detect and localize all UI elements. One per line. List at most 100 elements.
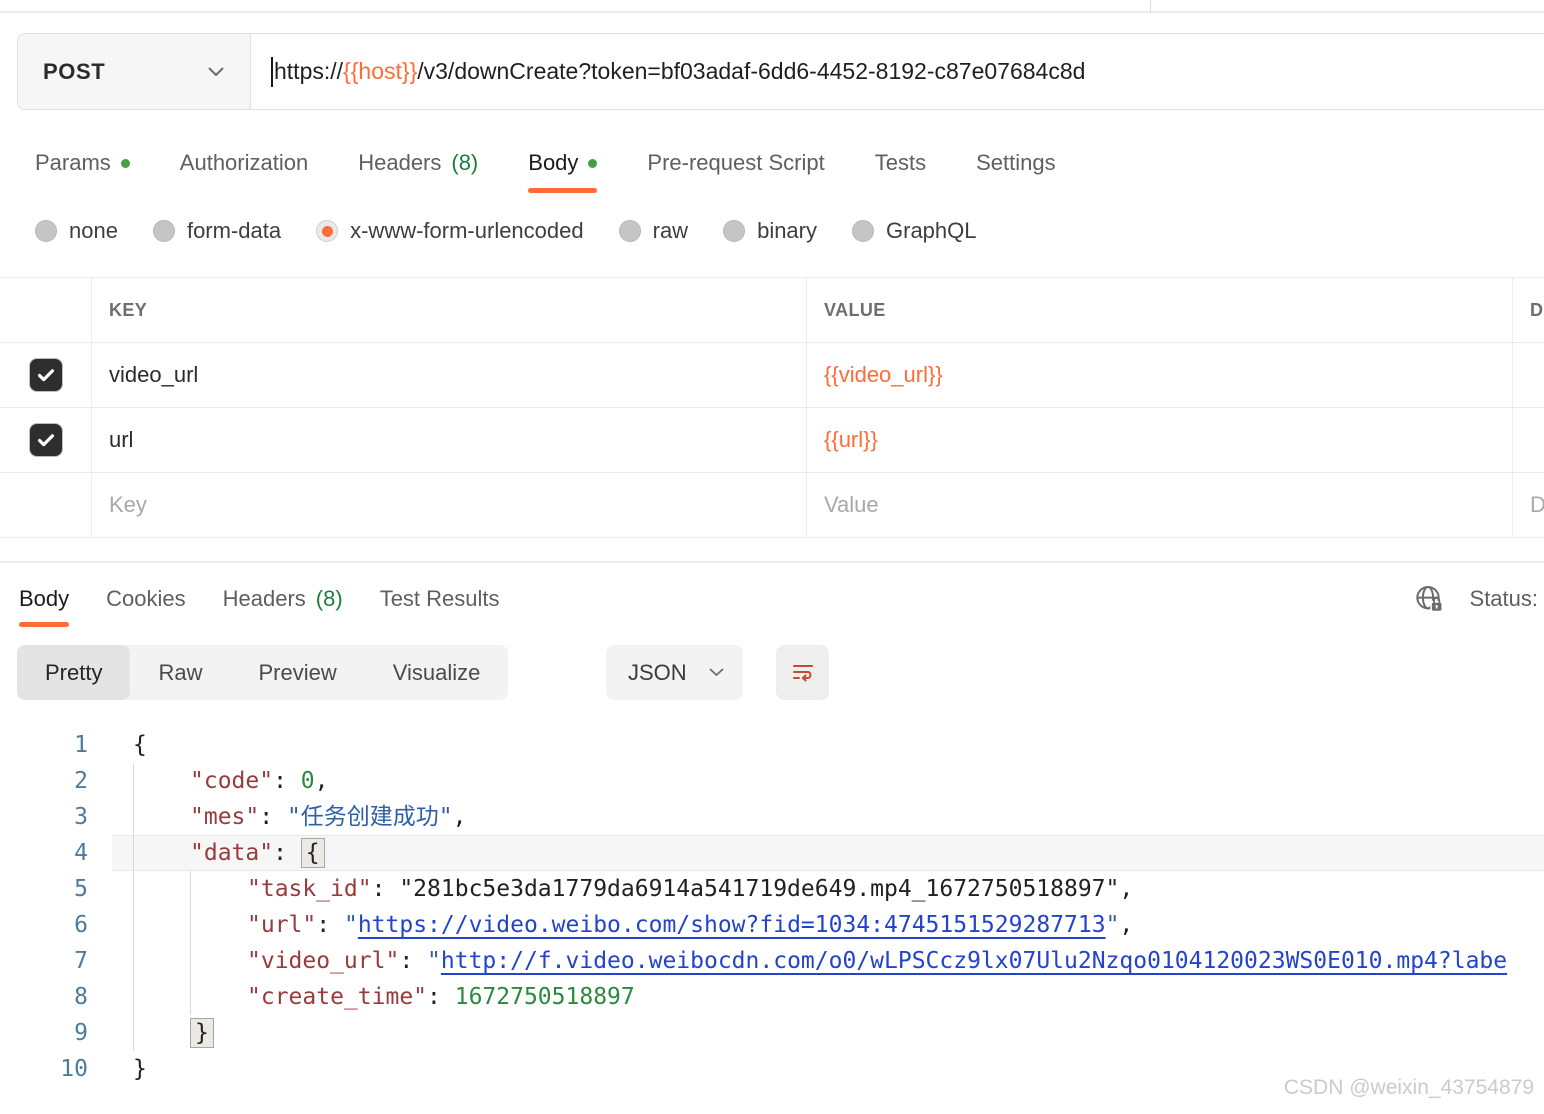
line-number: 3 [0,799,88,835]
tab-settings[interactable]: Settings [976,133,1056,193]
response-tab-cookies-label: Cookies [106,586,185,612]
code-token: "code" [190,768,273,794]
code-token: , [1119,876,1133,902]
url-host-variable: {{host}} [343,58,417,85]
tab-tests[interactable]: Tests [875,133,926,193]
code-token: { [133,732,147,758]
mode-raw[interactable]: raw [619,218,688,244]
tab-body-label: Body [528,150,578,176]
code-token: : [399,948,427,974]
radio-raw[interactable] [619,220,641,242]
indent-guide [190,943,191,979]
code-token: " [1106,912,1120,938]
code-token: "mes" [190,804,259,830]
mode-form-data[interactable]: form-data [153,218,281,244]
table-row-empty: Key Value Description [0,473,1544,538]
code-token: 1672750518897 [455,984,635,1010]
mode-binary[interactable]: binary [723,218,817,244]
tab-pre-request-script[interactable]: Pre-request Script [647,133,824,193]
radio-none[interactable] [35,220,57,242]
radio-binary[interactable] [723,220,745,242]
code-token: "video_url" [247,948,399,974]
header-description: DESCRIPTION [1512,278,1544,342]
indent-guide [133,943,134,979]
table-header-row: KEY VALUE DESCRIPTION [0,278,1544,343]
view-visualize[interactable]: Visualize [365,645,509,700]
code-token: 0 [301,768,315,794]
param-value-field[interactable]: {{video_url}} [806,343,1512,407]
response-view-switcher: Pretty Raw Preview Visualize [17,645,508,700]
line-content: "create_time": 1672750518897 [247,979,635,1015]
indent-guide [133,835,134,871]
tab-authorization-label: Authorization [180,150,308,176]
response-tab-headers-count: (8) [316,586,343,612]
language-select[interactable]: JSON [606,645,743,700]
url-input[interactable]: https://{{host}}/v3/downCreate?token=bf0… [251,34,1544,109]
tab-body[interactable]: Body [528,133,597,193]
param-description-field[interactable] [1512,408,1544,472]
response-tab-body[interactable]: Body [19,570,69,627]
radio-selected-dot [322,226,333,237]
code-line-1: 1{ [0,727,1544,763]
tab-headers-label: Headers [358,150,441,176]
response-tab-test-results[interactable]: Test Results [380,570,500,627]
method-label: POST [43,59,105,85]
checkbox-checked[interactable] [29,423,63,457]
code-token: "data" [190,840,273,866]
checkbox-checked[interactable] [29,358,63,392]
code-token: , [1119,912,1133,938]
line-content: "code": 0, [190,763,329,799]
response-link[interactable]: https://video.weibo.com/show?fid=1034:47… [358,912,1106,938]
response-link[interactable]: http://f.video.weibocdn.com/o0/wLPSCcz9l… [441,948,1507,974]
language-select-value: JSON [628,660,687,686]
code-token: : [259,804,287,830]
line-content: "data": { [190,835,325,871]
code-token: : [316,912,344,938]
line-number: 4 [0,835,88,871]
line-content: { [133,727,147,763]
line-content: } [190,1015,214,1051]
radio-form-data[interactable] [153,220,175,242]
param-description-field[interactable] [1512,343,1544,407]
mode-none[interactable]: none [35,218,118,244]
tab-headers-count: (8) [451,150,478,176]
indent-guide [133,979,134,1015]
code-token: { [301,838,325,868]
tab-params[interactable]: Params [35,133,130,193]
indent-guide [133,871,134,907]
param-key-field[interactable]: video_url [91,343,806,407]
radio-graphql[interactable] [852,220,874,242]
tab-headers[interactable]: Headers (8) [358,133,478,193]
mode-graphql-label: GraphQL [886,218,977,244]
param-description-placeholder[interactable]: Description [1512,473,1544,537]
indent-guide [133,763,134,799]
view-raw[interactable]: Raw [130,645,230,700]
line-number: 2 [0,763,88,799]
radio-x-www-form-urlencoded[interactable] [316,220,338,242]
request-tabs: Params Authorization Headers (8) Body Pr… [35,133,1056,193]
row-checkbox-cell [0,473,91,537]
body-unsaved-dot [588,159,597,168]
mode-x-www-form-urlencoded[interactable]: x-www-form-urlencoded [316,218,584,244]
response-tab-cookies[interactable]: Cookies [106,570,185,627]
view-preview[interactable]: Preview [230,645,364,700]
view-pretty[interactable]: Pretty [17,645,130,700]
code-token: "task_id" [247,876,372,902]
line-number: 9 [0,1015,88,1051]
indent-guide [133,1015,134,1051]
code-line-9: 9} [0,1015,1544,1051]
tab-authorization[interactable]: Authorization [180,133,308,193]
method-selector[interactable]: POST [18,34,251,109]
mode-graphql[interactable]: GraphQL [852,218,977,244]
code-token: " [344,912,358,938]
mode-raw-label: raw [653,218,688,244]
wrap-lines-button[interactable] [776,645,829,700]
param-key-placeholder[interactable]: Key [91,473,806,537]
param-value-field[interactable]: {{url}} [806,408,1512,472]
param-value-placeholder[interactable]: Value [806,473,1512,537]
response-tab-headers[interactable]: Headers (8) [223,570,343,627]
status-label: Status: [1470,586,1538,612]
param-key-field[interactable]: url [91,408,806,472]
code-token: : [273,840,301,866]
mode-form-data-label: form-data [187,218,281,244]
